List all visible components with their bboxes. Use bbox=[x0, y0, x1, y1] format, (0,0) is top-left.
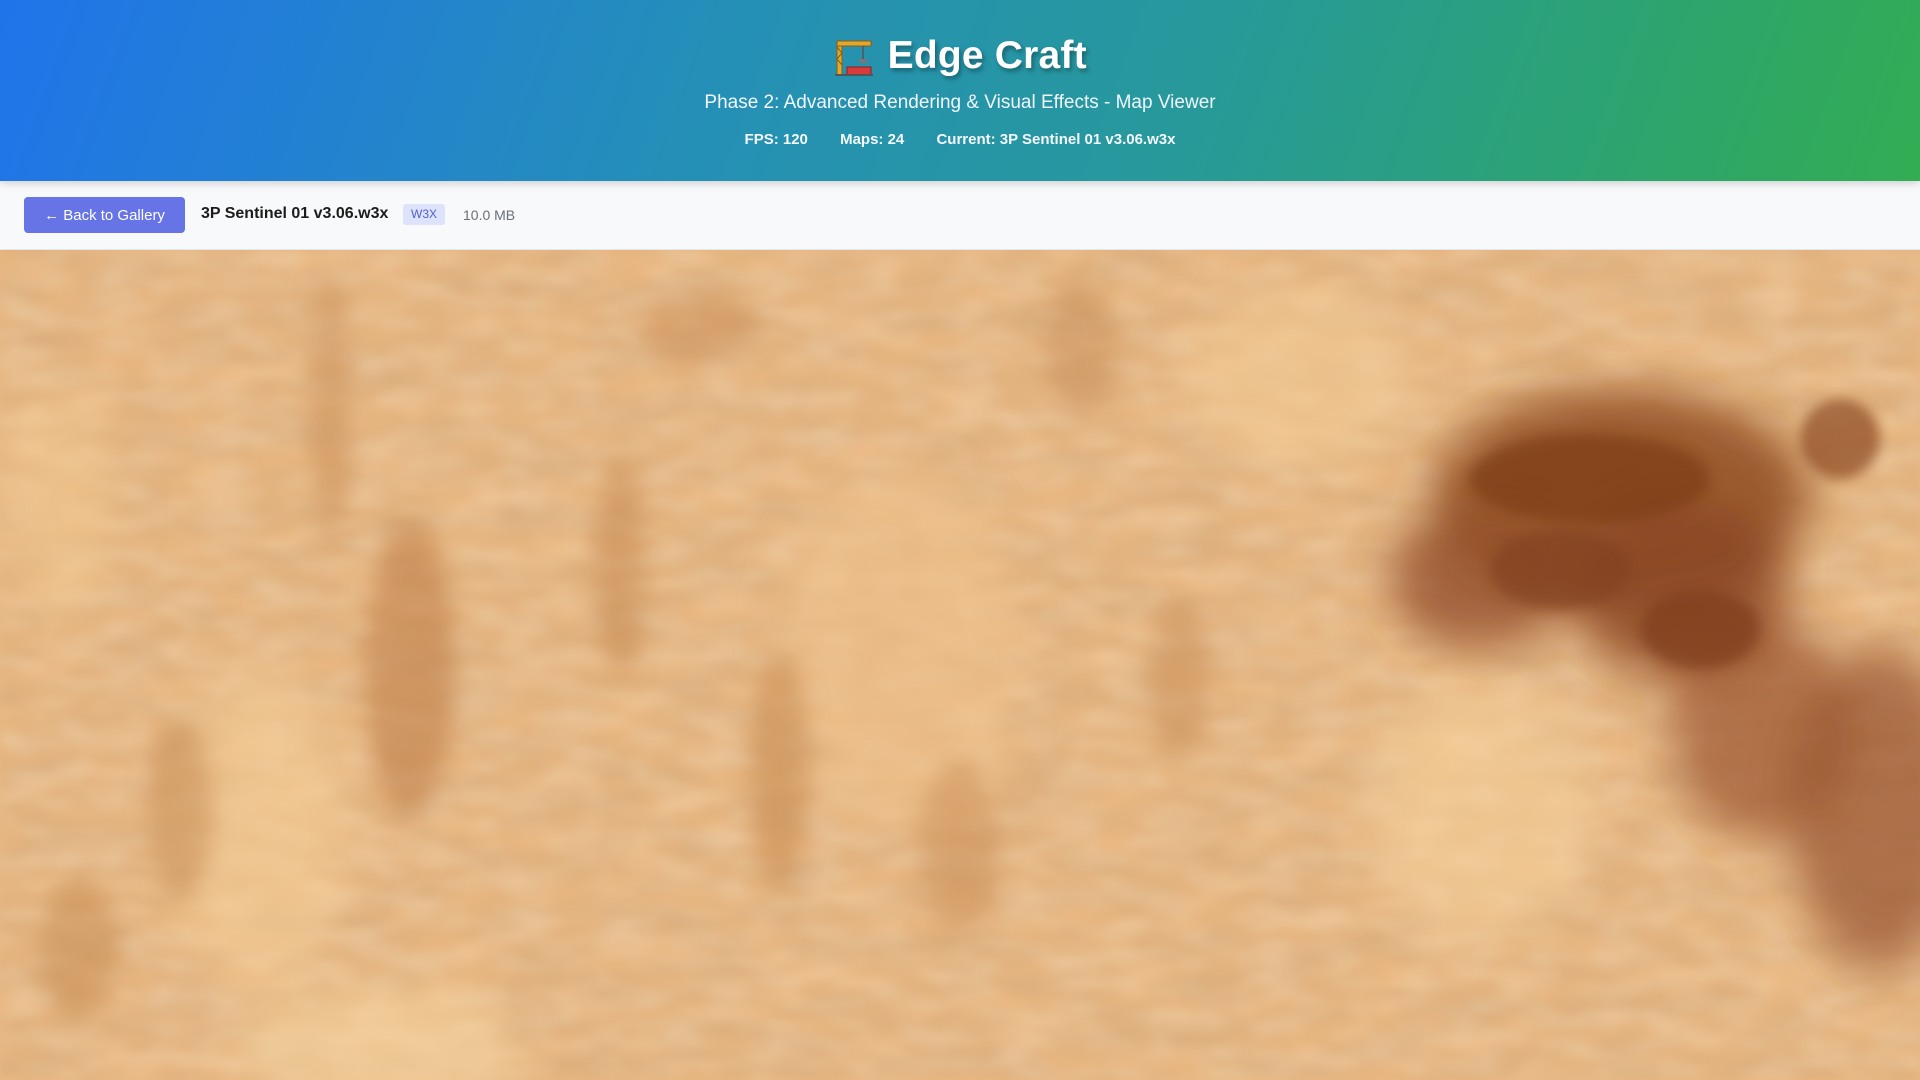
app-header: Edge Craft Phase 2: Advanced Rendering &… bbox=[0, 0, 1920, 181]
format-badge: W3X bbox=[403, 204, 446, 225]
back-to-gallery-button[interactable]: ← Back to Gallery bbox=[24, 197, 185, 233]
file-size: 10.0 MB bbox=[463, 207, 516, 223]
stats-bar: FPS: 120 Maps: 24 Current: 3P Sentinel 0… bbox=[0, 131, 1920, 148]
app-title: Edge Craft bbox=[887, 34, 1087, 77]
fps-stat: FPS: 120 bbox=[744, 131, 808, 148]
terrain-render bbox=[0, 249, 1920, 1080]
map-name: 3P Sentinel 01 v3.06.w3x bbox=[201, 205, 389, 222]
map-toolbar: ← Back to Gallery 3P Sentinel 01 v3.06.w… bbox=[0, 181, 1920, 250]
current-map-stat: Current: 3P Sentinel 01 v3.06.w3x bbox=[936, 131, 1176, 148]
page-subtitle: Phase 2: Advanced Rendering & Visual Eff… bbox=[704, 92, 1216, 113]
construction-crane-icon bbox=[833, 35, 875, 77]
map-viewport-canvas[interactable] bbox=[0, 249, 1920, 1080]
maps-count-stat: Maps: 24 bbox=[840, 131, 905, 148]
title-row: Edge Craft bbox=[0, 34, 1920, 84]
